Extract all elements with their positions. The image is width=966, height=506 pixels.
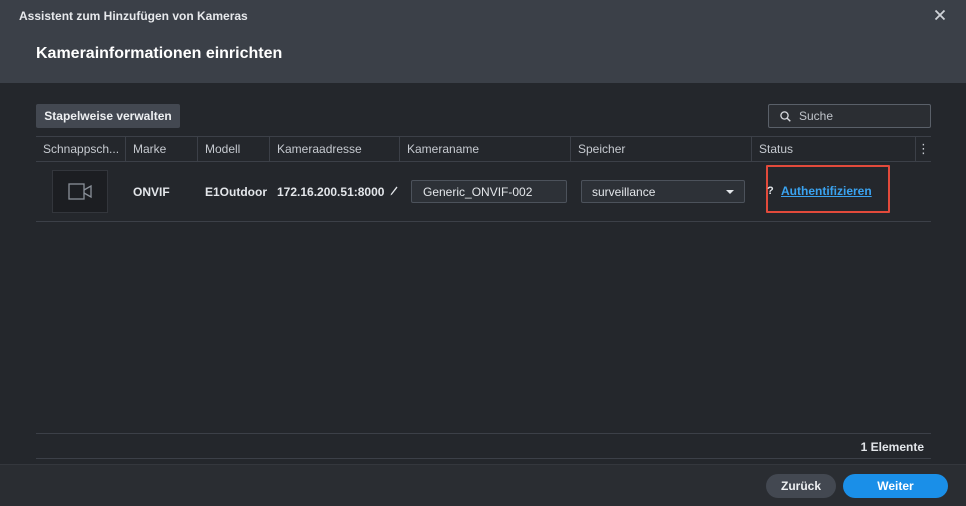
- search-input[interactable]: [799, 107, 924, 125]
- search-box[interactable]: [768, 104, 931, 128]
- search-icon: [780, 111, 791, 122]
- window-title: Assistent zum Hinzufügen von Kameras: [19, 9, 248, 23]
- table-row: ONVIF E1Outdoor 172.16.200.51:8000 surve…: [36, 162, 931, 222]
- add-camera-wizard-dialog: Assistent zum Hinzufügen von Kameras Kam…: [0, 0, 966, 506]
- column-header-model[interactable]: Modell: [197, 137, 269, 161]
- brand-cell: ONVIF: [133, 185, 170, 199]
- column-header-camera-name[interactable]: Kameraname: [399, 137, 570, 161]
- back-button[interactable]: Zurück: [766, 474, 836, 498]
- item-count: 1 Elemente: [860, 440, 924, 454]
- storage-select-value: surveillance: [592, 185, 656, 199]
- storage-select[interactable]: surveillance: [581, 180, 745, 203]
- dialog-footer: Zurück Weiter: [0, 464, 966, 506]
- batch-manage-button[interactable]: Stapelweise verwalten: [36, 104, 180, 128]
- dialog-header: Assistent zum Hinzufügen von Kameras Kam…: [0, 0, 966, 83]
- column-header-status[interactable]: Status: [751, 137, 915, 161]
- column-header-brand[interactable]: Marke: [125, 137, 197, 161]
- model-cell: E1Outdoor: [205, 185, 267, 199]
- page-title: Kamerainformationen einrichten: [36, 45, 283, 62]
- column-header-storage[interactable]: Speicher: [570, 137, 751, 161]
- camera-icon: [68, 183, 92, 200]
- question-icon: ?: [767, 185, 774, 197]
- column-header-snapshot[interactable]: Schnappsch...: [36, 137, 125, 161]
- next-button[interactable]: Weiter: [843, 474, 948, 498]
- snapshot-thumbnail: [52, 170, 108, 213]
- column-header-address[interactable]: Kameraadresse: [269, 137, 399, 161]
- table-header: Schnappsch... Marke Modell Kameraadresse…: [36, 136, 931, 162]
- authenticate-link[interactable]: Authentifizieren: [781, 184, 872, 198]
- close-icon[interactable]: [932, 7, 948, 23]
- chevron-down-icon: [726, 190, 734, 194]
- divider: [36, 433, 931, 434]
- more-vertical-icon[interactable]: ⋮: [915, 137, 931, 161]
- address-cell: 172.16.200.51:8000: [277, 185, 385, 199]
- divider: [36, 458, 931, 459]
- edit-pencil-icon[interactable]: [390, 186, 398, 196]
- camera-name-input[interactable]: [411, 180, 567, 203]
